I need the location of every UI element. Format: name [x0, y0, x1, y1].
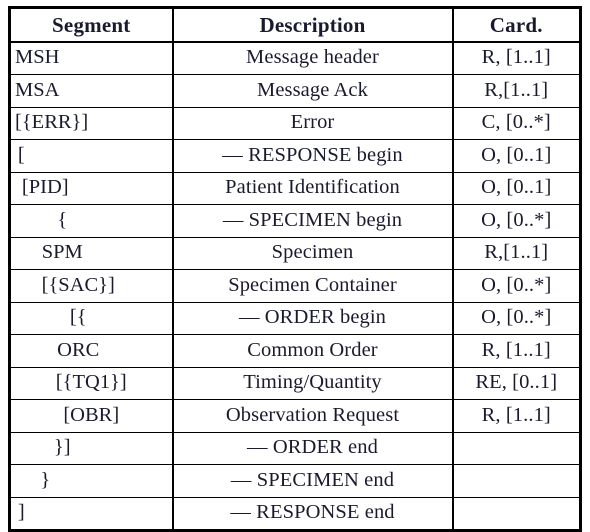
cell-description: Observation Request — [172, 399, 453, 433]
cell-segment: [ — [9, 139, 174, 173]
segment-label: SPM — [41, 241, 83, 264]
segment-label: [PID] — [21, 176, 69, 199]
cell-cardinality: R, [1..1] — [451, 399, 581, 433]
cell-segment: [{SAC}] — [9, 269, 174, 303]
segment-label: [ — [17, 143, 25, 166]
cell-description: Specimen Container — [172, 269, 453, 303]
table-row: SPM Specimen R,[1..1] — [9, 236, 581, 270]
cell-cardinality — [451, 431, 581, 465]
cell-cardinality: O, [0..*] — [451, 204, 581, 238]
segment-label: } — [40, 468, 51, 491]
cell-cardinality: R, [1..1] — [451, 41, 581, 75]
cell-cardinality — [451, 496, 581, 531]
cell-description: Error — [172, 106, 453, 140]
cell-description: Specimen — [172, 236, 453, 270]
cell-segment: ORC — [9, 334, 174, 368]
table-row: [PID] Patient Identification O, [0..1] — [9, 171, 581, 205]
segment-label: [{ERR}] — [15, 111, 89, 134]
table-row: MSH Message header R, [1..1] — [9, 41, 581, 75]
segment-table-container: Segment Description Card. MSH Message hea… — [8, 6, 582, 532]
table-body: MSH Message header R, [1..1] MSA Message Ack… — [9, 41, 581, 531]
table-header: Segment Description Card. — [9, 7, 581, 43]
cell-description: Common Order — [172, 334, 453, 368]
segment-label: MSA — [15, 78, 60, 101]
cell-description: Message Ack — [172, 74, 453, 108]
cell-segment: MSH — [9, 41, 174, 75]
cell-segment: [OBR] — [9, 399, 174, 433]
column-header-cardinality: Card. — [451, 7, 581, 43]
cell-description: — ORDER begin — [172, 301, 453, 335]
cell-segment: [{ERR}] — [9, 106, 174, 140]
cell-cardinality: O, [0..*] — [451, 301, 581, 335]
segment-label: ] — [17, 501, 25, 524]
cell-segment: ] — [9, 496, 174, 531]
segment-label: [{SAC}] — [41, 273, 115, 296]
segment-label: [{TQ1}] — [55, 371, 127, 394]
cell-segment: [{TQ1}] — [9, 366, 174, 400]
cell-description: Patient Identification — [172, 171, 453, 205]
cell-cardinality: RE, [0..1] — [451, 366, 581, 400]
cell-cardinality: O, [0..1] — [451, 139, 581, 173]
segment-label: [OBR] — [63, 403, 120, 426]
segment-label: MSH — [15, 46, 60, 69]
column-header-segment: Segment — [9, 7, 174, 43]
cell-segment: [PID] — [9, 171, 174, 205]
cell-description: — SPECIMEN begin — [172, 204, 453, 238]
cell-description: — SPECIMEN end — [172, 464, 453, 498]
table-row: ] — RESPONSE end — [9, 496, 581, 531]
cell-cardinality: C, [0..*] — [451, 106, 581, 140]
segment-label: }] — [53, 436, 71, 459]
segment-label: ORC — [57, 338, 100, 361]
column-header-description: Description — [172, 7, 453, 43]
table-row: ORC Common Order R, [1..1] — [9, 334, 581, 368]
segment-label: { — [57, 208, 68, 231]
table-row: [OBR] Observation Request R, [1..1] — [9, 399, 581, 433]
cell-cardinality: O, [0..*] — [451, 269, 581, 303]
table-row: } — SPECIMEN end — [9, 464, 581, 498]
cell-segment: { — [9, 204, 174, 238]
cell-segment: } — [9, 464, 174, 498]
cell-segment: SPM — [9, 236, 174, 270]
table-row: { — SPECIMEN begin O, [0..*] — [9, 204, 581, 238]
cell-description: — ORDER end — [172, 431, 453, 465]
cell-description: Message header — [172, 41, 453, 75]
cell-segment: MSA — [9, 74, 174, 108]
table-row: [{ — ORDER begin O, [0..*] — [9, 301, 581, 335]
table-row: [ — RESPONSE begin O, [0..1] — [9, 139, 581, 173]
cell-segment: }] — [9, 431, 174, 465]
table-row: [{TQ1}] Timing/Quantity RE, [0..1] — [9, 366, 581, 400]
cell-cardinality — [451, 464, 581, 498]
cell-description: Timing/Quantity — [172, 366, 453, 400]
cell-cardinality: O, [0..1] — [451, 171, 581, 205]
table-row: }] — ORDER end — [9, 431, 581, 465]
cell-cardinality: R,[1..1] — [451, 236, 581, 270]
hl7-segment-table: Segment Description Card. MSH Message hea… — [8, 6, 582, 532]
cell-description: — RESPONSE end — [172, 496, 453, 531]
table-row: MSA Message Ack R,[1..1] — [9, 74, 581, 108]
table-row: [{ERR}] Error C, [0..*] — [9, 106, 581, 140]
cell-cardinality: R,[1..1] — [451, 74, 581, 108]
table-row: [{SAC}] Specimen Container O, [0..*] — [9, 269, 581, 303]
cell-segment: [{ — [9, 301, 174, 335]
table-header-row: Segment Description Card. — [9, 7, 581, 43]
cell-cardinality: R, [1..1] — [451, 334, 581, 368]
segment-label: [{ — [69, 306, 87, 329]
cell-description: — RESPONSE begin — [172, 139, 453, 173]
